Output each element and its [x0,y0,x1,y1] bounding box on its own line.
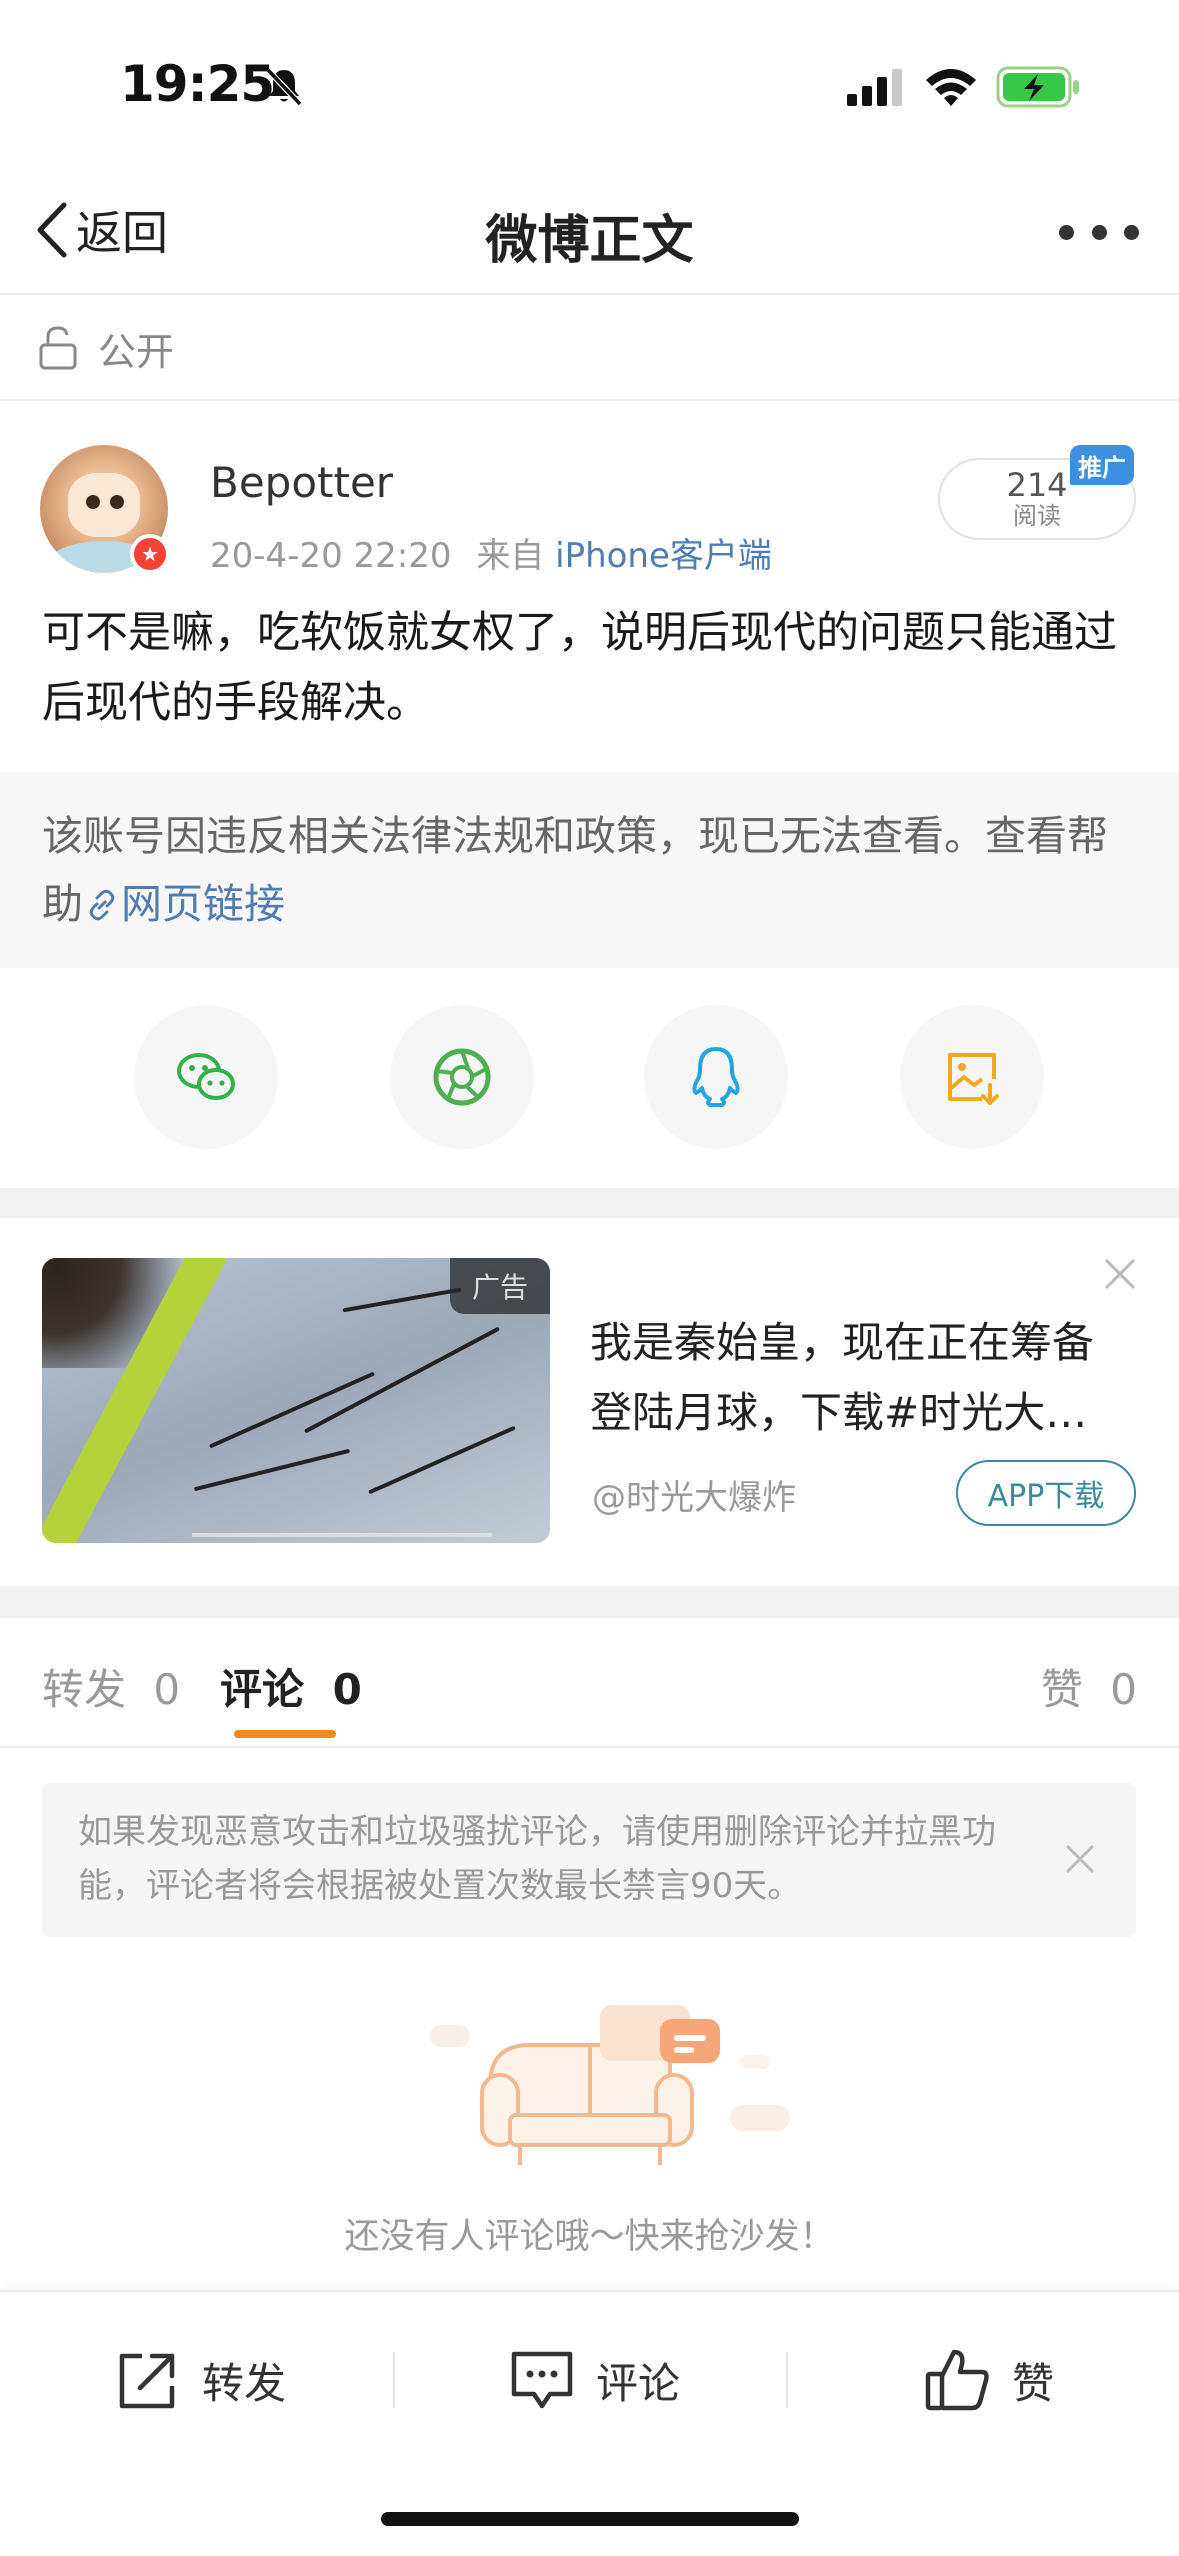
post-source[interactable]: iPhone客户端 [555,536,772,576]
divider [786,2352,788,2408]
ad-title-line2: 登陆月球，下载#时光大… [590,1388,1088,1437]
source-prefix: 来自 [476,536,545,576]
post-text: 可不是嘛，吃软饭就女权了，说明后现代的问题只能通过后现代的手段解决。 [42,608,1117,728]
close-icon[interactable] [1062,1841,1098,1877]
tab-like[interactable]: 赞 0 [1041,1656,1137,1717]
tab-comment-label: 评论 [220,1665,305,1714]
link-icon [89,889,115,921]
tab-repost-label: 转发 [42,1665,127,1714]
page-title: 微博正文 [485,211,694,271]
signal-icon [847,69,902,106]
section-divider [0,1188,1179,1218]
tab-comment[interactable]: 评论 0 [220,1656,362,1717]
like-label: 赞 [1012,2358,1055,2408]
removed-content-block: 该账号因违反相关法律法规和政策，现已无法查看。查看帮助 网页链接 [0,772,1179,968]
status-time: 19:25 [120,55,275,113]
repost-button[interactable]: 转发 [112,2340,286,2420]
visibility-label: 公开 [98,329,175,374]
promo-tag: 推广 [1070,445,1134,485]
read-count: 214 [1006,466,1068,504]
post-datetime: 20-4-20 22:20 [210,536,452,576]
tab-comment-count: 0 [332,1665,362,1714]
save-image-button[interactable] [900,1005,1044,1149]
ad-source: @时光大爆炸 [592,1478,796,1518]
home-indicator[interactable] [381,2512,799,2526]
verified-badge-icon: ★ [130,534,170,574]
interaction-tabs: 转发 0 评论 0 赞 0 [0,1620,1179,1748]
active-tab-indicator [234,1730,336,1738]
visibility-row[interactable]: 公开 [0,297,1179,401]
empty-state-text: 还没有人评论哦～快来抢沙发！ [344,2217,835,2257]
more-options-button[interactable] [1059,210,1139,254]
read-label: 阅读 [1013,502,1061,530]
wechat-icon [177,1053,235,1100]
qq-icon [692,1047,740,1107]
back-label: 返回 [76,206,168,260]
wifi-icon [926,69,976,106]
thumbs-up-icon [925,2349,989,2411]
tab-like-count: 0 [1110,1665,1137,1714]
bell-muted-icon [265,67,303,107]
unlock-icon [39,326,77,370]
ad-tag: 广告 [450,1258,550,1314]
comment-button[interactable]: 评论 [506,2340,680,2420]
removed-notice: 该账号因违反相关法律法规和政策，现已无法查看。查看帮助 网页链接 [42,802,1137,938]
back-button[interactable]: 返回 [34,194,168,266]
ad-title[interactable]: 我是秦始皇，现在正在筹备 登陆月球，下载#时光大… [590,1308,1150,1448]
comment-icon [511,2351,573,2409]
comment-label: 评论 [596,2358,681,2408]
save-image-icon [948,1053,999,1105]
share-wechat-button[interactable] [134,1005,278,1149]
share-moments-button[interactable] [390,1005,534,1149]
dot-icon [1124,224,1139,240]
tab-repost[interactable]: 转发 0 [42,1656,180,1717]
share-arrow-icon [119,2353,175,2409]
tab-like-label: 赞 [1040,1665,1083,1714]
tab-repost-count: 0 [153,1665,181,1714]
nav-bar: 返回 微博正文 [0,170,1179,295]
section-divider [0,1586,1179,1618]
post-meta: 20-4-20 22:20 来自 iPhone客户端 [210,528,772,577]
repost-label: 转发 [202,2358,287,2408]
chevron-left-icon [37,202,67,258]
comment-notice: 如果发现恶意攻击和垃圾骚扰评论，请使用删除评论并拉黑功能，评论者将会根据被处置次… [42,1783,1136,1937]
app-download-button[interactable]: APP下载 [956,1460,1136,1526]
share-row [0,1005,1179,1155]
ad-close-icon[interactable] [1100,1254,1140,1294]
divider [393,2352,395,2408]
ad-title-line1: 我是秦始皇，现在正在筹备 [590,1318,1095,1367]
empty-sofa-illustration-icon [430,2005,790,2165]
dot-icon [1059,224,1074,240]
web-link[interactable]: 网页链接 [121,880,285,928]
ad-image[interactable]: 广告 [42,1258,550,1543]
username[interactable]: Bepotter [210,458,393,507]
status-bar: 19:25 [0,0,1179,170]
dot-icon [1091,224,1107,240]
battery-charging-icon [996,66,1079,108]
moments-icon [433,1048,491,1106]
notice-text: 如果发现恶意攻击和垃圾骚扰评论，请使用删除评论并拉黑功能，评论者将会根据被处置次… [78,1812,996,1906]
like-button[interactable]: 赞 [922,2340,1054,2420]
share-qq-button[interactable] [644,1005,788,1149]
